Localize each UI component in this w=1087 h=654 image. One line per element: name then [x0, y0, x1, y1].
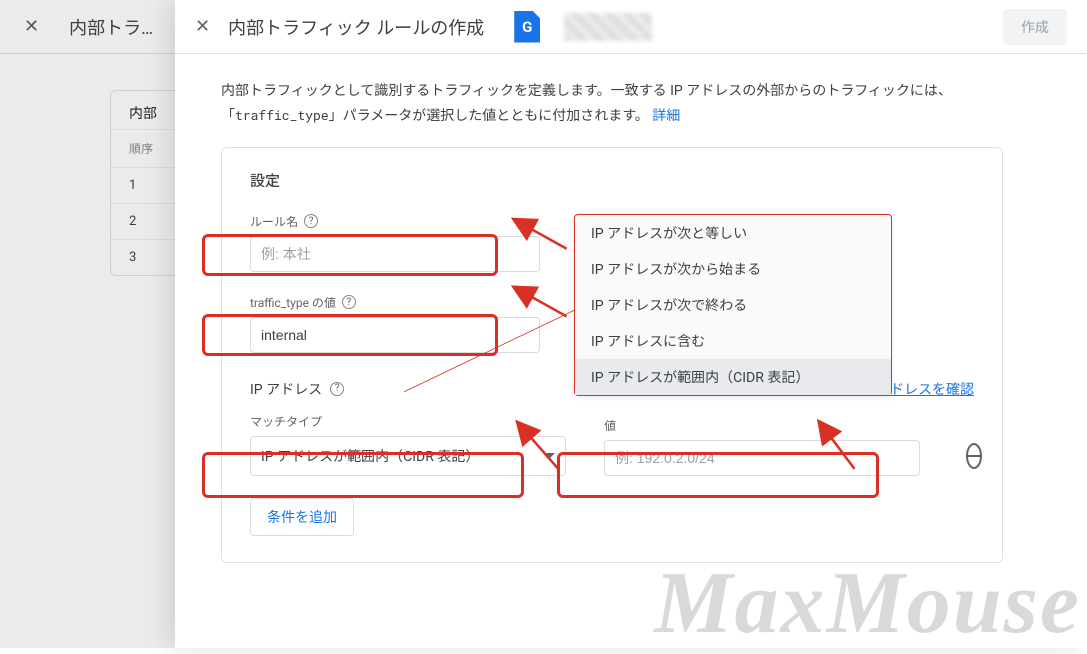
value-label: 値: [604, 417, 616, 434]
list-option[interactable]: IP アドレスが次と等しい: [575, 215, 891, 251]
list-option[interactable]: IP アドレスが次で終わる: [575, 287, 891, 323]
list-option[interactable]: IP アドレスに含む: [575, 323, 891, 359]
bg-order-label: 順序: [129, 140, 169, 157]
property-name-redacted: [564, 13, 652, 41]
panel-header: ✕ 内部トラフィック ルールの作成 G 作成: [175, 0, 1087, 54]
match-type-selected-label: IP アドレスが範囲内（CIDR 表記）: [261, 446, 479, 466]
traffic-type-input[interactable]: [250, 317, 540, 353]
help-icon[interactable]: ?: [330, 382, 344, 396]
bg-title: 内部トラ…: [69, 14, 153, 40]
match-type-label: マッチタイプ: [250, 413, 322, 430]
create-rule-panel: ✕ 内部トラフィック ルールの作成 G 作成 内部トラフィックとして識別するトラ…: [175, 0, 1087, 648]
match-type-listbox[interactable]: IP アドレスが次と等しい IP アドレスが次から始まる IP アドレスが次で終…: [574, 214, 892, 396]
ga4-icon: G: [514, 11, 540, 43]
match-type-select[interactable]: IP アドレスが範囲内（CIDR 表記）: [250, 436, 566, 476]
panel-title: 内部トラフィック ルールの作成: [228, 14, 484, 40]
close-icon[interactable]: ✕: [24, 16, 39, 37]
ip-value-input[interactable]: [604, 440, 920, 476]
remove-condition-button[interactable]: [966, 443, 982, 469]
create-button[interactable]: 作成: [1003, 9, 1067, 45]
learn-more-link[interactable]: 詳細: [652, 108, 680, 124]
ip-section-label: IP アドレス: [250, 379, 322, 399]
add-condition-button[interactable]: 条件を追加: [250, 498, 354, 536]
chevron-down-icon: [545, 453, 555, 458]
intro-text: 内部トラフィックとして識別するトラフィックを定義します。一致する IP アドレス…: [221, 80, 1003, 129]
close-icon[interactable]: ✕: [195, 16, 210, 37]
rule-name-label: ルール名: [250, 213, 298, 230]
list-option-selected[interactable]: IP アドレスが範囲内（CIDR 表記）: [575, 359, 891, 395]
rule-name-input[interactable]: [250, 236, 540, 272]
help-icon[interactable]: ?: [304, 214, 318, 228]
traffic-type-label: traffic_type の値: [250, 294, 336, 311]
list-option[interactable]: IP アドレスが次から始まる: [575, 251, 891, 287]
help-icon[interactable]: ?: [342, 295, 356, 309]
panel-body: 内部トラフィックとして識別するトラフィックを定義します。一致する IP アドレス…: [175, 54, 1087, 603]
card-title: 設定: [250, 170, 974, 191]
